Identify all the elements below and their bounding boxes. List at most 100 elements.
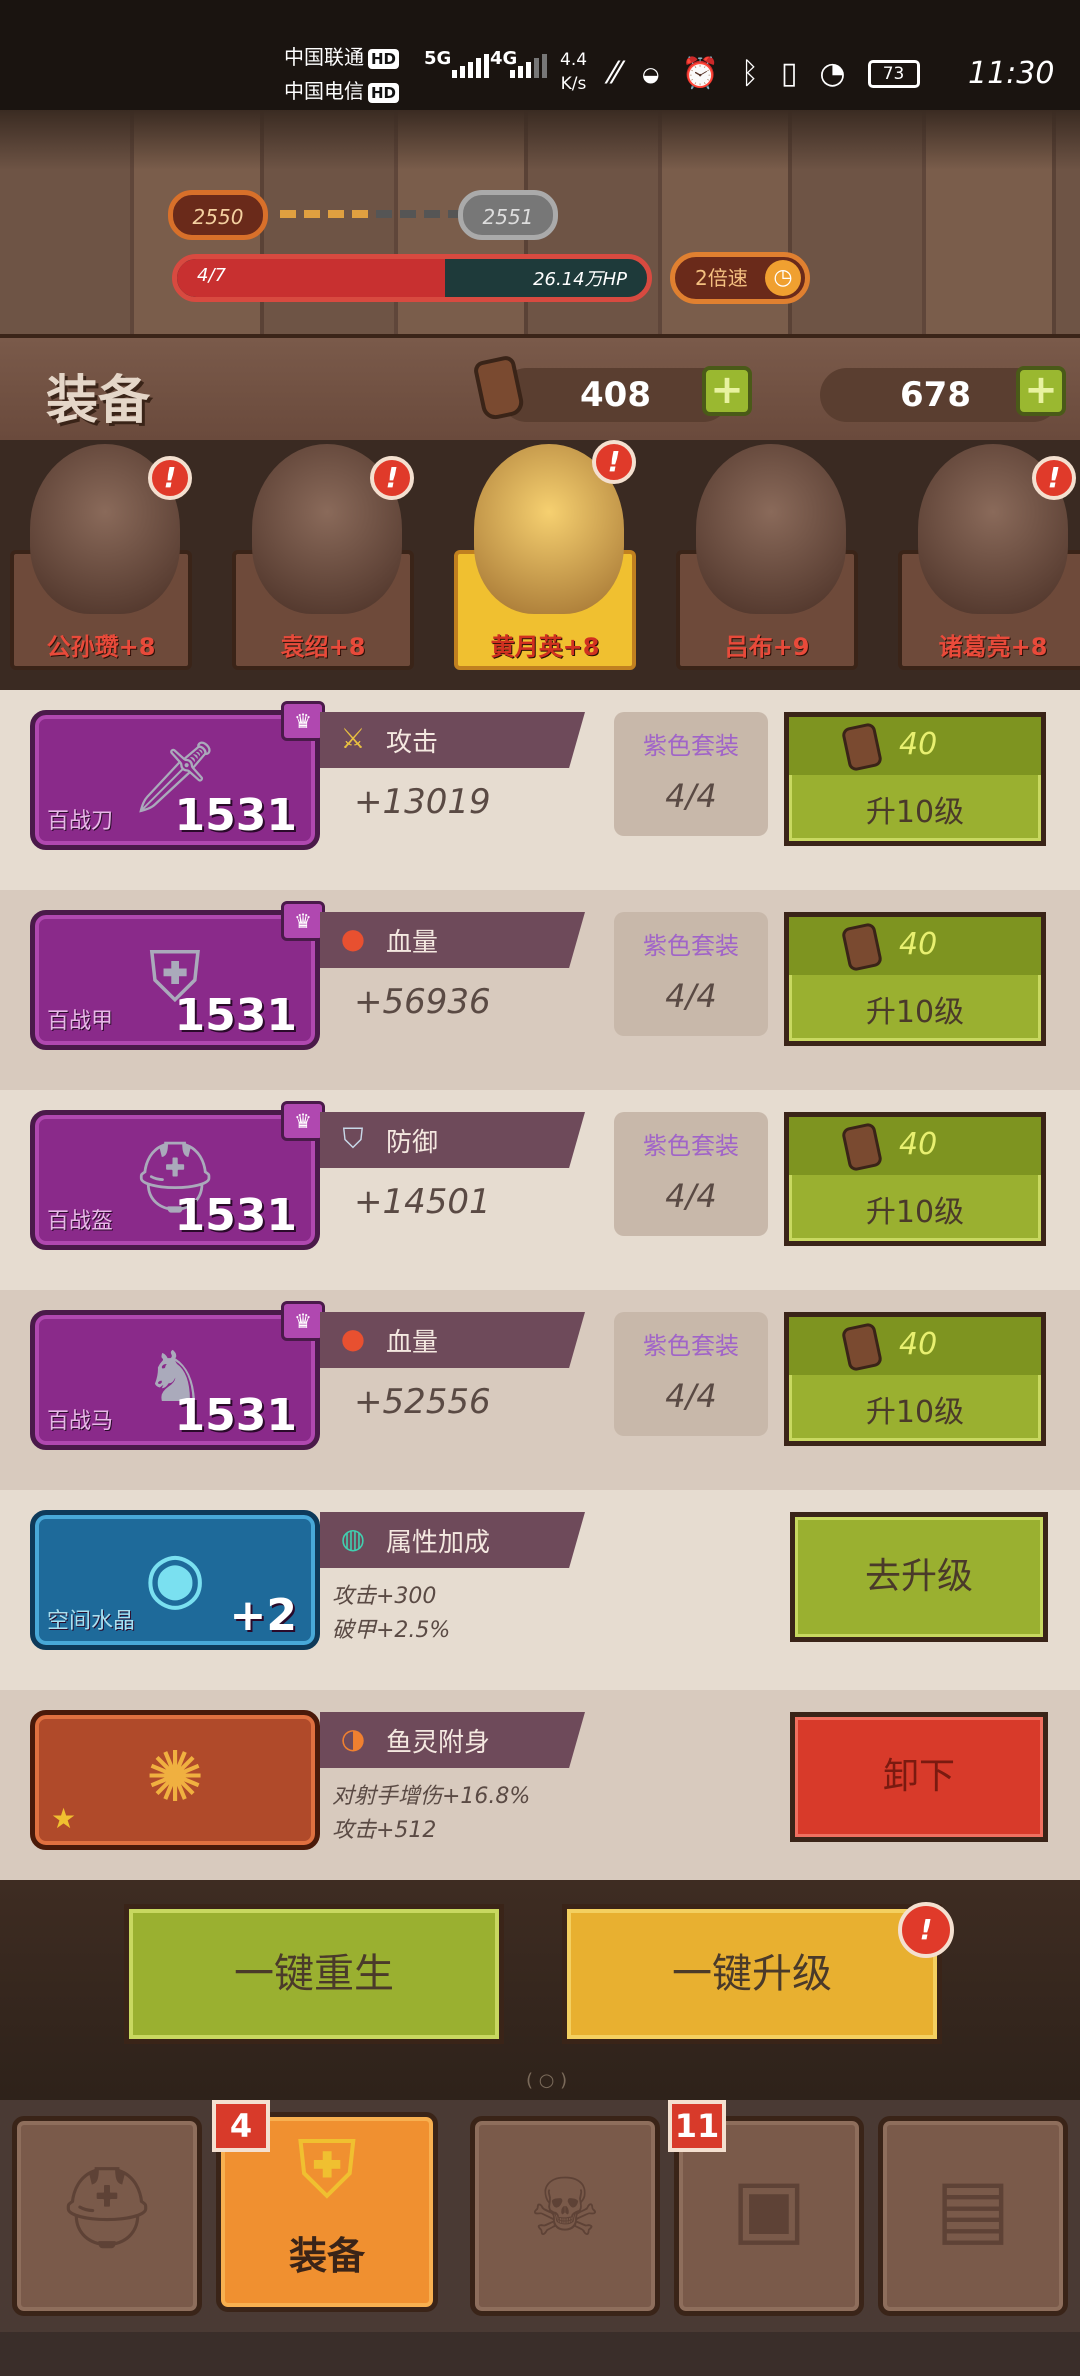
wave-progress-text: 4/7: [197, 265, 226, 286]
hero-card[interactable]: 袁绍+8: [232, 444, 414, 670]
hero-label: 公孙瓒+8: [46, 633, 156, 661]
rarity-crown-icon: ♛: [281, 901, 325, 941]
upgrade-cost: 40: [899, 1127, 938, 1162]
equipment-name: 百战甲: [47, 1009, 114, 1034]
wave-next-badge: 2551: [458, 190, 558, 240]
equipment-slot[interactable]: ♛ ⛑ 百战盔 1531: [30, 1101, 325, 1250]
crystal-level: +2: [229, 1590, 297, 1641]
attack-icon: ⚔: [340, 722, 366, 755]
bottom-nav: ⛑ ⛨ 装备 4 ☠ ▣ 11 ▤: [0, 2100, 1080, 2376]
currency-1-value: 408: [580, 375, 651, 415]
attribute-bonus-icon: ◍: [340, 1522, 366, 1555]
add-currency-1-button[interactable]: +: [702, 366, 752, 416]
speed-clock-icon: ◷: [765, 260, 801, 296]
hp-drop-icon: ●: [340, 922, 366, 955]
battery-icon: 73: [867, 59, 920, 88]
hero-selector: 公孙瓒+8 ! 袁绍+8 ! 黄月英+8 ! 吕布+9 诸葛亮+8 !: [0, 440, 1080, 690]
set-count: 4/4: [665, 777, 717, 815]
upgrade-10-button[interactable]: 40 升10级: [784, 712, 1046, 846]
speed-label: 2倍速: [695, 266, 748, 290]
page-title: 装备: [46, 371, 151, 431]
app-icon: ⁄⁄: [610, 56, 621, 91]
upgrade-10-button[interactable]: 40 升10级: [784, 912, 1046, 1046]
status-icons: ⁄⁄ ◒ ⏰ ᛒ ▯ ◔ 73: [610, 56, 920, 91]
upgrade-10-button[interactable]: 40 升10级: [784, 1312, 1046, 1446]
equipment-slot[interactable]: ♛ ⛨ 百战甲 1531: [30, 901, 325, 1050]
equipment-list: ♛ 🗡 百战刀 1531 ⚔ 攻击 +13019 紫色套装 4/4 40 升10…: [0, 690, 1080, 1890]
rarity-crown-icon: ♛: [281, 1301, 325, 1341]
set-info: 紫色套装 4/4: [614, 1112, 768, 1236]
one-click-rebirth-button[interactable]: 一键重生: [124, 1904, 504, 2044]
go-upgrade-button[interactable]: 去升级: [790, 1512, 1048, 1642]
bottom-area: 一键重生 一键升级 ! ( ○ ) ⛑ ⛨ 装备 4 ☠ ▣ 11 ▤: [0, 1880, 1080, 2376]
stat-banner: ⛉ 防御: [320, 1112, 585, 1168]
hero-card[interactable]: 吕布+9: [676, 444, 858, 670]
set-info: 紫色套装 4/4: [614, 1312, 768, 1436]
frog-crystal-icon: ◉: [144, 1536, 206, 1618]
status-bar: 中国联通 HD 中国电信 HD 5G 4G 4.4 K/s ⁄⁄ ◒ ⏰ ᛒ ▯ ◔ …: [0, 0, 1080, 110]
game-screen: 中国联通 HD 中国电信 HD 5G 4G 4.4 K/s ⁄⁄ ◒ ⏰ ᛒ ▯ ◔ …: [0, 0, 1080, 2376]
equipment-count-badge: 4: [212, 2100, 270, 2152]
fish-spirit-slot[interactable]: ✺ ★: [30, 1710, 320, 1850]
hero-alert-badge: !: [592, 440, 636, 484]
add-currency-2-button[interactable]: +: [1016, 366, 1066, 416]
tab-heroes[interactable]: ⛑: [12, 2116, 202, 2316]
equipment-name: 百战马: [47, 1409, 114, 1434]
nav-footer: [0, 2332, 1080, 2376]
chest-icon: ▣: [731, 2161, 807, 2254]
set-info: 紫色套装 4/4: [614, 712, 768, 836]
alarm-icon: ⏰: [681, 56, 719, 91]
hd-badge: HD: [368, 48, 400, 69]
equipment-name: 百战刀: [47, 809, 114, 834]
stat-name: 血量: [386, 928, 439, 958]
notification-icon: ◒: [642, 61, 660, 86]
fish-spirit-row: ✺ ★ ◑ 鱼灵附身 对射手增伤+16.8% 攻击+512 卸下: [0, 1690, 1080, 1890]
stat-name: 攻击: [386, 728, 439, 758]
upgrade-10-button[interactable]: 40 升10级: [784, 1112, 1046, 1246]
stat-name: 鱼灵附身: [386, 1728, 491, 1758]
boss-hp-text: 26.14万HP: [533, 269, 627, 290]
crystal-bonus-2: 破甲+2.5%: [332, 1618, 451, 1643]
hero-alert-badge: !: [370, 456, 414, 500]
stat-banner: ◑ 鱼灵附身: [320, 1712, 585, 1768]
equipment-name: 百战盔: [47, 1209, 114, 1234]
hd-badge: HD: [368, 82, 400, 103]
carrier-info: 中国联通 HD 中国电信 HD: [284, 40, 400, 108]
equipment-level: 1531: [174, 790, 297, 841]
equipment-row: ♛ ♞ 百战马 1531 ● 血量 +52556 紫色套装 4/4 40 升10…: [0, 1290, 1080, 1490]
tab-label: 装备: [288, 2234, 365, 2278]
speed-icon: ◔: [819, 56, 846, 91]
stat-value: +56936: [354, 982, 491, 1022]
equipment-slot[interactable]: ♛ 🗡 百战刀 1531: [30, 701, 325, 850]
unequip-button[interactable]: 卸下: [790, 1712, 1048, 1842]
currency-2-value: 678: [900, 375, 971, 415]
hero-label: 诸葛亮+8: [938, 633, 1048, 661]
crystal-name: 空间水晶: [47, 1609, 136, 1634]
hp-drop-icon: ●: [340, 1322, 366, 1355]
hero-card[interactable]: 公孙瓒+8: [10, 444, 192, 670]
fish-spirit-icon: ◑: [340, 1722, 366, 1755]
stat-value: +13019: [354, 782, 491, 822]
stat-banner: ● 血量: [320, 1312, 585, 1368]
set-info: 紫色套装 4/4: [614, 912, 768, 1036]
equipment-slot[interactable]: ♛ ♞ 百战马 1531: [30, 1301, 325, 1450]
tab-map[interactable]: ▤: [878, 2116, 1068, 2316]
equipment-header: 装备 408 + 678 +: [0, 334, 1080, 444]
one-click-upgrade-button[interactable]: 一键升级: [562, 1904, 942, 2044]
space-crystal-slot[interactable]: ◉ 空间水晶 +2: [30, 1510, 320, 1650]
upgrade-label: 升10级: [865, 995, 965, 1030]
equipment-row: ♛ 🗡 百战刀 1531 ⚔ 攻击 +13019 紫色套装 4/4 40 升10…: [0, 690, 1080, 890]
hero-helmet-icon: ⛑: [56, 2161, 158, 2254]
upgrade-label: 升10级: [865, 1195, 965, 1230]
lionfish-icon: ✺: [145, 1736, 205, 1818]
coffin-currency-icon: [472, 354, 526, 422]
stat-banner: ◍ 属性加成: [320, 1512, 585, 1568]
tab-skull[interactable]: ☠: [470, 2116, 660, 2316]
equipment-level: 1531: [174, 1190, 297, 1241]
hero-card-selected[interactable]: 黄月英+8: [454, 444, 636, 670]
action-shelf: 一键重生 一键升级 ! ( ○ ): [0, 1880, 1080, 2100]
upgrade-cost: 40: [899, 1327, 938, 1362]
speed-toggle-button[interactable]: 2倍速 ◷: [670, 252, 810, 304]
hero-card[interactable]: 诸葛亮+8: [898, 444, 1080, 670]
net-speed: 4.4 K/s: [560, 50, 588, 94]
